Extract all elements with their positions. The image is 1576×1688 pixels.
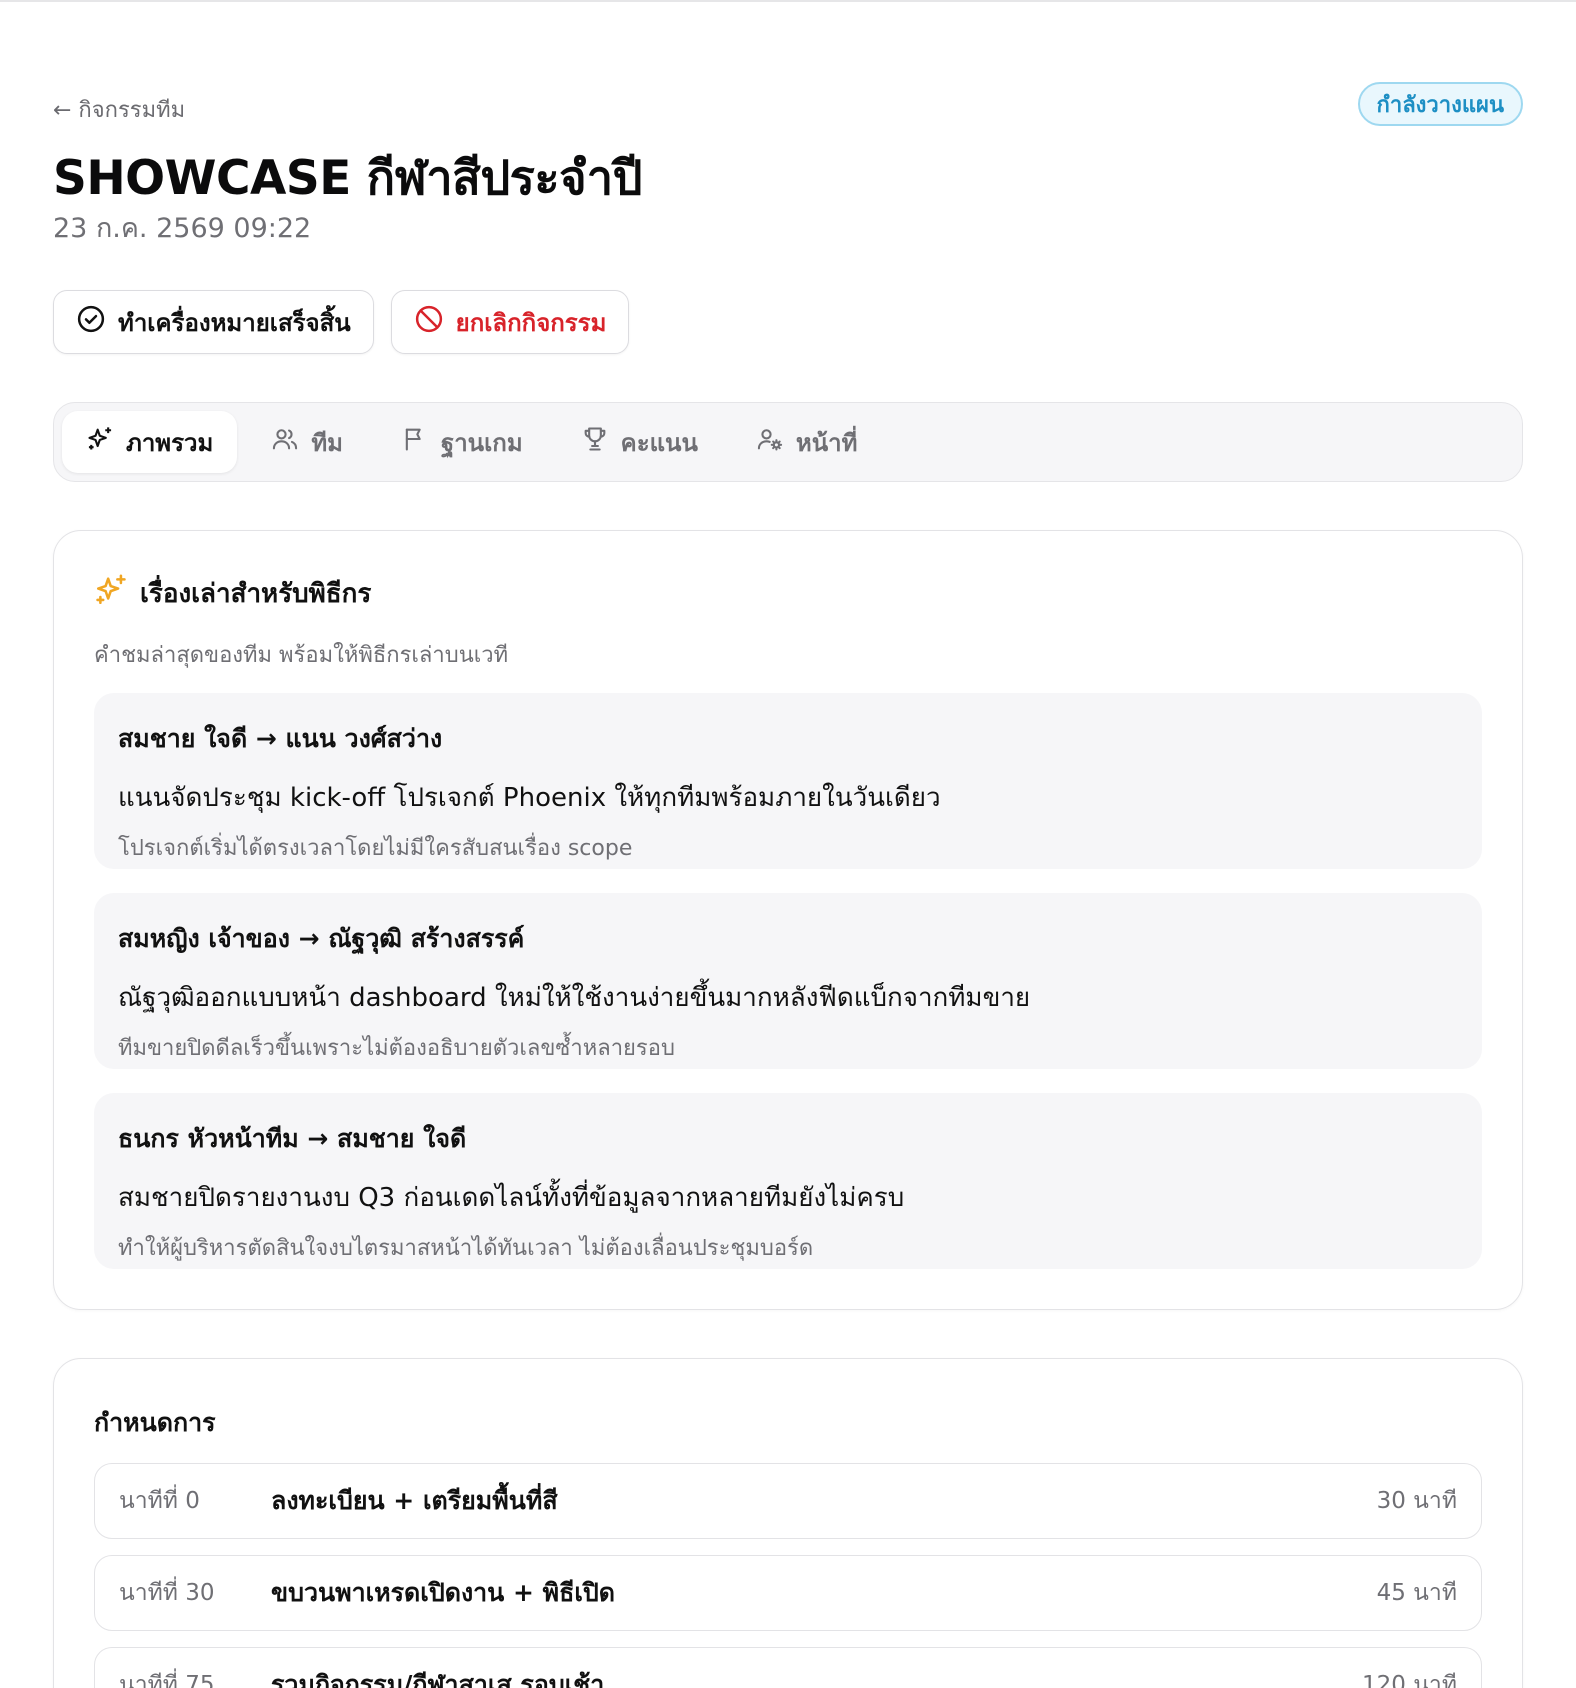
tab-overview-label: ภาพรวม	[126, 428, 214, 457]
story-item: สมหญิง เจ้าของ → ณัฐวุฒิ สร้างสรรค์ ณัฐว…	[94, 893, 1482, 1069]
tab-bar: ภาพรวม ทีม ฐานเกม คะแนน หน้าที่	[53, 402, 1523, 482]
agenda-heading: กำหนดการ	[94, 1408, 216, 1437]
tab-roles[interactable]: หน้าที่	[732, 411, 882, 473]
story-impact: ทีมขายปิดดีลเร็วขึ้นเพราะไม่ต้องอธิบายตั…	[118, 1036, 675, 1061]
page-title: SHOWCASE กีฬาสีประจำปี	[53, 151, 642, 206]
agenda-title: รวมกิจกรรม/กีฬาสาเส รอบเช้า	[271, 1670, 605, 1688]
story-heading: เรื่องเล่าสำหรับพิธีกร	[94, 573, 371, 614]
story-praise: สมชายปิดรายงานงบ Q3 ก่อนเดดไลน์ทั้งที่ข้…	[118, 1183, 905, 1213]
agenda-minute: นาทีที่ 75	[119, 1672, 215, 1688]
story-pair: ธนกร หัวหน้าทีม → สมชาย ใจดี	[118, 1124, 467, 1153]
story-pair: สมหญิง เจ้าของ → ณัฐวุฒิ สร้างสรรค์	[118, 924, 525, 953]
back-link[interactable]: ← กิจกรรมทีม	[53, 92, 185, 127]
check-circle-icon	[76, 304, 106, 340]
story-pair: สมชาย ใจดี → แนน วงศ์สว่าง	[118, 724, 443, 753]
agenda-card: กำหนดการ นาทีที่ 0 ลงทะเบียน + เตรียมพื้…	[53, 1358, 1523, 1688]
agenda-row[interactable]: นาทีที่ 30 ขบวนพาเหรดเปิดงาน + พิธีเปิด …	[94, 1555, 1482, 1631]
agenda-minute: นาทีที่ 0	[119, 1488, 200, 1514]
story-praise: แนนจัดประชุม kick-off โปรเจกต์ Phoenix ใ…	[118, 783, 941, 813]
status-badge: กำลังวางแผน	[1357, 82, 1523, 126]
agenda-duration: 30 นาที	[1376, 1488, 1457, 1514]
flag-icon	[401, 425, 429, 459]
story-heading-text: เรื่องเล่าสำหรับพิธีกร	[140, 579, 372, 609]
agenda-row[interactable]: นาทีที่ 0 ลงทะเบียน + เตรียมพื้นที่สี 30…	[94, 1463, 1482, 1539]
story-list: สมชาย ใจดี → แนน วงศ์สว่าง แนนจัดประชุม …	[94, 693, 1482, 1293]
agenda-minute: นาทีที่ 30	[119, 1580, 215, 1606]
tab-game-stations[interactable]: ฐานเกม	[377, 411, 547, 473]
back-link-label: ← กิจกรรมทีม	[53, 98, 186, 123]
sparkles-icon	[86, 425, 114, 459]
story-item: สมชาย ใจดี → แนน วงศ์สว่าง แนนจัดประชุม …	[94, 693, 1482, 869]
emcee-story-card: เรื่องเล่าสำหรับพิธีกร คำชมล่าสุดของทีม …	[53, 530, 1523, 1310]
user-gear-icon	[756, 425, 784, 459]
story-subtitle: คำชมล่าสุดของทีม พร้อมให้พิธีกรเล่าบนเวท…	[94, 643, 509, 668]
event-datetime: 23 ก.ค. 2569 09:22	[53, 213, 312, 244]
mark-complete-button[interactable]: ทำเครื่องหมายเสร็จสิ้น	[53, 290, 374, 354]
tab-teams-label: ทีม	[311, 428, 343, 457]
story-impact: ทำให้ผู้บริหารตัดสินใจงบไตรมาสหน้าได้ทัน…	[118, 1236, 814, 1261]
agenda-title: ขบวนพาเหรดเปิดงาน + พิธีเปิด	[271, 1578, 616, 1607]
mark-complete-label: ทำเครื่องหมายเสร็จสิ้น	[118, 308, 351, 337]
agenda-duration: 120 นาที	[1361, 1672, 1457, 1688]
agenda-title: ลงทะเบียน + เตรียมพื้นที่สี	[271, 1486, 558, 1515]
action-bar: ทำเครื่องหมายเสร็จสิ้น ยกเลิกกิจกรรม	[53, 290, 630, 354]
agenda-duration: 45 นาที	[1376, 1580, 1457, 1606]
agenda-list: นาทีที่ 0 ลงทะเบียน + เตรียมพื้นที่สี 30…	[94, 1463, 1482, 1688]
trophy-icon	[581, 425, 609, 459]
sparkles-icon	[94, 573, 128, 614]
tab-game-stations-label: ฐานเกม	[440, 428, 523, 457]
status-badge-label: กำลังวางแผน	[1376, 92, 1504, 118]
story-praise: ณัฐวุฒิออกแบบหน้า dashboard ใหม่ให้ใช้งา…	[118, 983, 1031, 1013]
cancel-event-button[interactable]: ยกเลิกกิจกรรม	[390, 290, 630, 354]
tab-scores[interactable]: คะแนน	[557, 411, 722, 473]
tab-overview[interactable]: ภาพรวม	[62, 411, 238, 473]
story-item: ธนกร หัวหน้าทีม → สมชาย ใจดี สมชายปิดราย…	[94, 1093, 1482, 1269]
tab-teams[interactable]: ทีม	[247, 411, 367, 473]
agenda-row[interactable]: นาทีที่ 75 รวมกิจกรรม/กีฬาสาเส รอบเช้า 1…	[94, 1647, 1482, 1688]
cancel-event-label: ยกเลิกกิจกรรม	[455, 308, 607, 337]
tab-scores-label: คะแนน	[620, 428, 698, 457]
top-divider	[0, 0, 1576, 2]
tab-roles-label: หน้าที่	[795, 428, 858, 457]
ban-icon	[414, 304, 444, 340]
story-impact: โปรเจกต์เริ่มได้ตรงเวลาโดยไม่มีใครสับสนเ…	[118, 836, 633, 861]
users-icon	[271, 425, 299, 459]
